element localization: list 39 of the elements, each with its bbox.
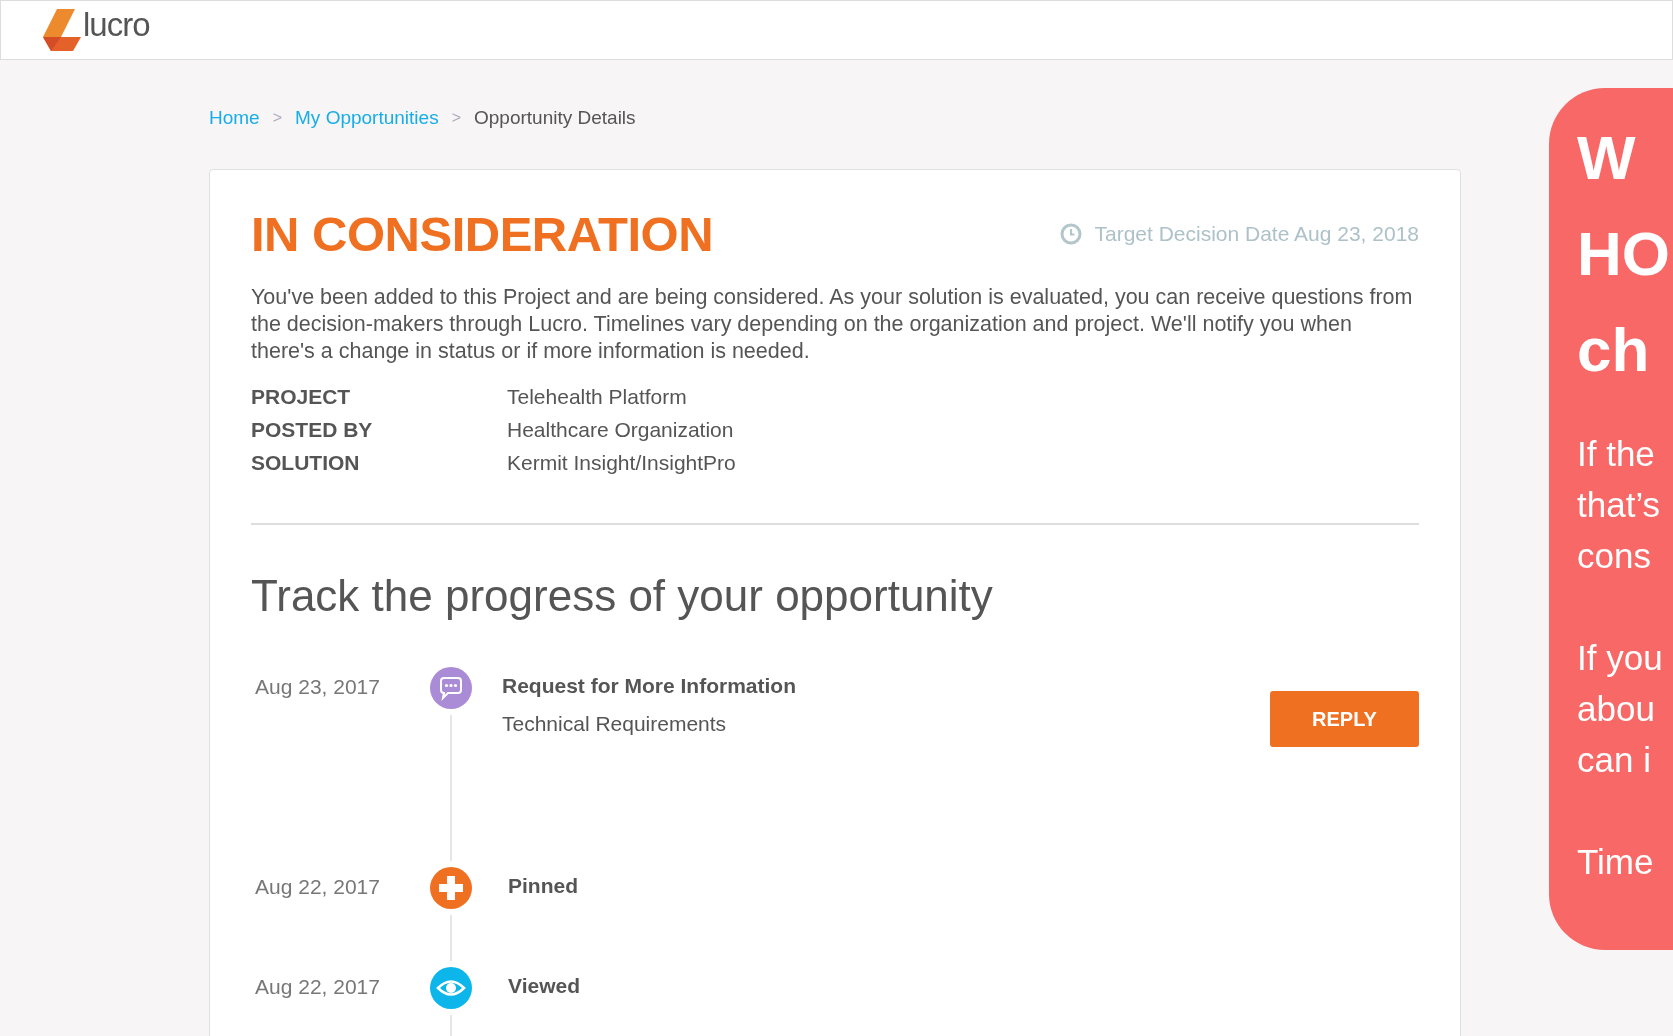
- detail-value: Telehealth Platform: [507, 385, 688, 409]
- plus-icon: [430, 867, 472, 909]
- panel-text-line: abou: [1577, 688, 1656, 730]
- reply-button[interactable]: REPLY: [1270, 691, 1419, 747]
- breadcrumb-link[interactable]: My Opportunities: [295, 107, 439, 129]
- panel-text-line: Time: [1577, 841, 1655, 883]
- progress-heading: Track the progress of your opportunity: [251, 571, 994, 621]
- event-subtitle: Technical Requirements: [502, 712, 728, 736]
- panel-text-line: can i: [1577, 739, 1652, 781]
- event-title: Viewed: [508, 974, 580, 998]
- clock-icon: [1060, 223, 1083, 245]
- event-title: Pinned: [508, 874, 578, 898]
- status-description: You've been added to this Project and are being considered. As your solution is evaluated, you can receive questions from the decision-makers through Lucro. Timelines vary depending on the organization and project. We'll notify you when there's a change in status or if more information is needed.: [251, 284, 1414, 365]
- detail-label: PROJECT: [251, 385, 352, 409]
- detail-label: POSTED BY: [251, 418, 374, 442]
- breadcrumb-separator: >: [451, 109, 461, 127]
- logo-icon: [43, 8, 81, 53]
- panel-text-line: cons: [1577, 535, 1652, 577]
- detail-value: Kermit Insight/InsightPro: [507, 451, 737, 475]
- target-decision-date: Target Decision Date Aug 23, 2018: [1094, 222, 1419, 246]
- panel-text-line: that’s: [1577, 484, 1662, 526]
- panel-heading-line: HO: [1577, 218, 1671, 290]
- panel-heading-line: W: [1577, 122, 1637, 194]
- event-date: Aug 22, 2017: [254, 974, 381, 1000]
- panel-text-line: If you: [1577, 637, 1664, 679]
- event-title: Request for More Information: [502, 674, 796, 698]
- detail-value: Healthcare Organization: [507, 418, 735, 442]
- panel-heading-line: ch: [1577, 314, 1651, 386]
- breadcrumb-current: Opportunity Details: [474, 107, 636, 129]
- panel-text-line: If the: [1577, 433, 1656, 475]
- status-title: IN CONSIDERATION: [251, 206, 714, 262]
- eye-icon: [430, 967, 472, 1009]
- breadcrumb-separator: >: [272, 109, 283, 127]
- event-date: Aug 22, 2017: [254, 874, 381, 900]
- breadcrumb-link[interactable]: Home: [209, 107, 260, 129]
- event-date: Aug 23, 2017: [254, 674, 381, 700]
- chat-bubble-icon: [430, 667, 472, 709]
- detail-label: SOLUTION: [251, 451, 361, 475]
- logo-text: lucro: [83, 7, 150, 45]
